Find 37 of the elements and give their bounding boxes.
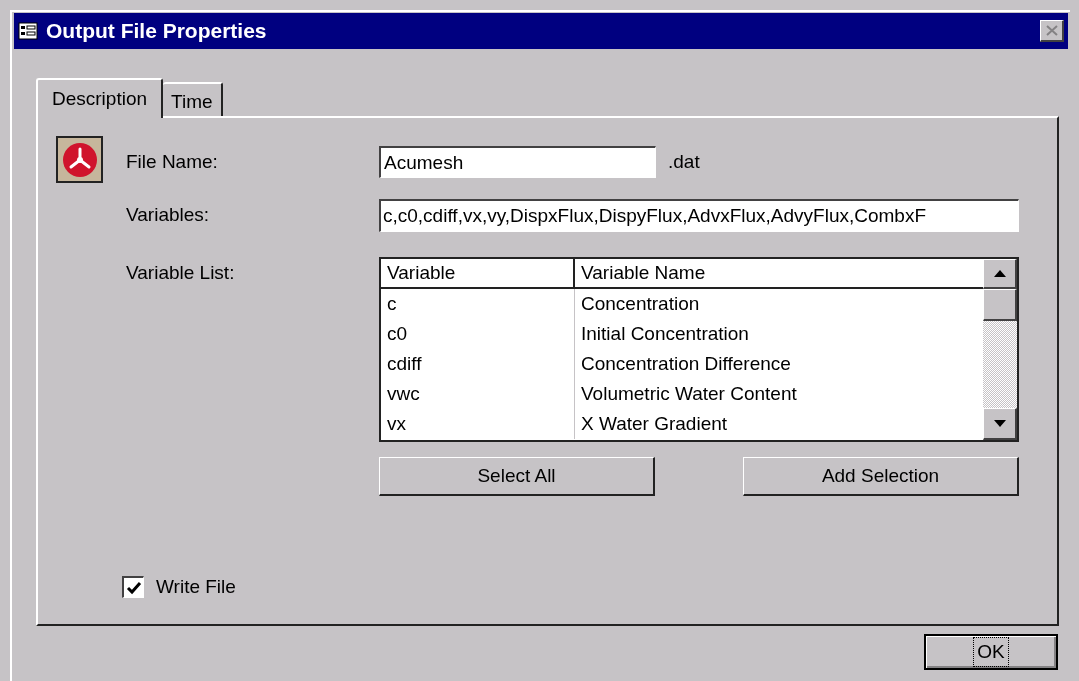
- up-arrow-icon: [993, 270, 1006, 277]
- list-cell[interactable]: Initial Concentration: [575, 319, 983, 349]
- list-cell[interactable]: Concentration: [575, 289, 983, 319]
- list-cell[interactable]: vx: [381, 409, 575, 439]
- list-cell[interactable]: vwc: [381, 379, 575, 409]
- variables-label: Variables:: [126, 203, 211, 228]
- file-name-label: File Name:: [126, 149, 219, 174]
- scroll-thumb[interactable]: [983, 289, 1017, 321]
- list-cell[interactable]: X Water Gradient: [575, 409, 983, 439]
- app-icon: [56, 136, 103, 183]
- scroll-up-button[interactable]: [983, 259, 1017, 289]
- list-cell[interactable]: Concentration Difference: [575, 349, 983, 379]
- tab[interactable]: Description: [36, 78, 164, 118]
- column-header[interactable]: Variable: [381, 259, 575, 287]
- scrollbar[interactable]: [983, 259, 1017, 440]
- action-button[interactable]: Select All: [379, 457, 655, 496]
- window-title: Output File Properties: [46, 18, 267, 45]
- list-cell[interactable]: cdiff: [381, 349, 575, 379]
- write-file-label[interactable]: Write File: [156, 573, 236, 602]
- close-icon: [1045, 25, 1058, 36]
- down-arrow-icon: [993, 420, 1006, 427]
- list-cell[interactable]: Volumetric Water Content: [575, 379, 983, 409]
- variables-field[interactable]: c,c0,cdiff,vx,vy,DispxFlux,DispyFlux,AdvxFlux,AdvyFlux,CombxF: [379, 199, 1019, 232]
- variable-list[interactable]: Variable Variable Name c Concentration c0 Initial Concentration cdiff Concentration Difference vwc Volumetric Water Content vx X Water Gradient: [379, 257, 1019, 442]
- list-cell[interactable]: c: [381, 289, 575, 319]
- file-name-field[interactable]: Acumesh: [379, 146, 656, 178]
- scroll-down-button[interactable]: [983, 408, 1017, 440]
- tab[interactable]: Time: [163, 82, 223, 116]
- list-cell[interactable]: c0: [381, 319, 575, 349]
- write-file-checkbox[interactable]: [122, 576, 144, 599]
- file-extension: .dat: [668, 149, 700, 174]
- action-button[interactable]: Add Selection: [743, 457, 1019, 496]
- column-header[interactable]: Variable Name: [575, 259, 983, 287]
- ok-button[interactable]: OK: [924, 634, 1058, 670]
- form-icon: [18, 22, 38, 40]
- variable-list-label: Variable List:: [126, 261, 236, 285]
- close-button[interactable]: [1040, 20, 1064, 42]
